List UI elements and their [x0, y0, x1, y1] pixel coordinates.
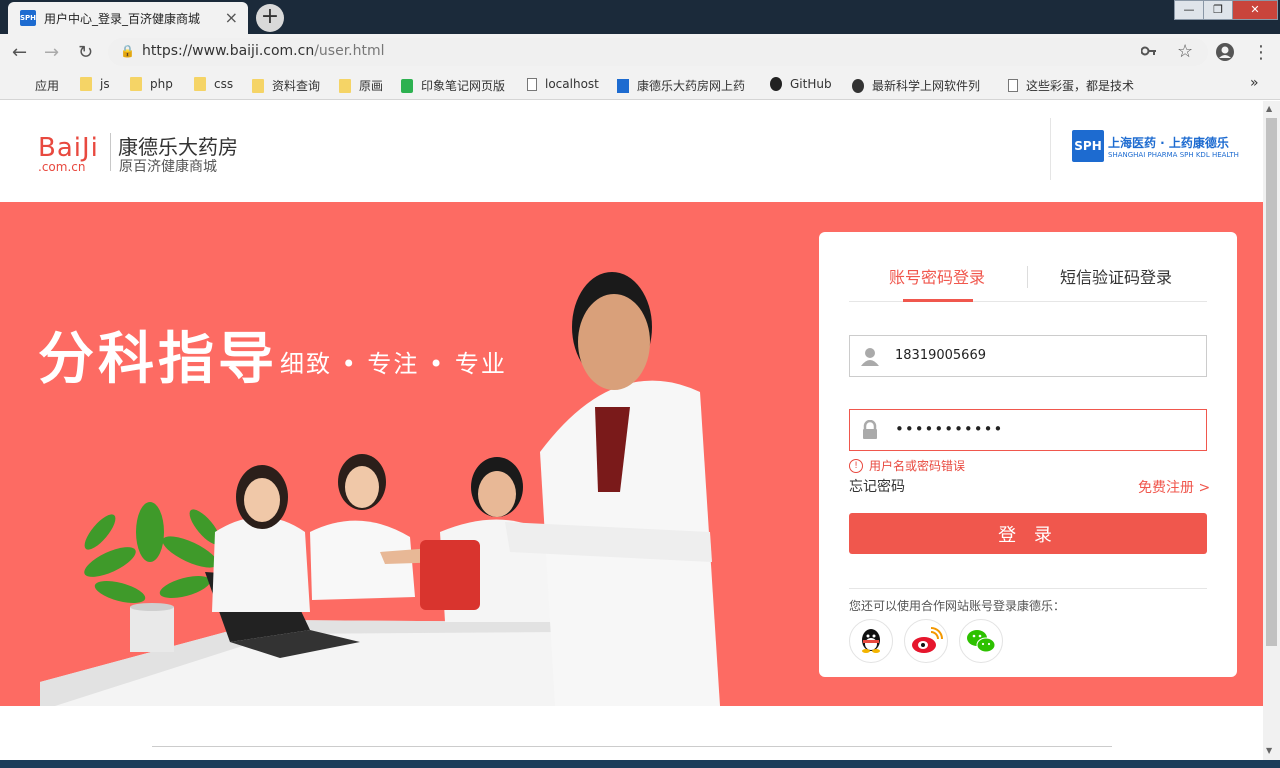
password-input[interactable]: ••••••••••• [849, 409, 1207, 451]
bookmark-css[interactable]: css [194, 77, 233, 91]
doctor-woman-2 [310, 454, 415, 600]
username-value: 18319005669 [895, 348, 986, 363]
folder-icon [339, 78, 351, 93]
weibo-icon [912, 627, 943, 653]
bookmarks-bar: 应用 js php css 资料查询 原画 印象笔记网页版 localhost … [0, 70, 1280, 100]
lock-icon: 🔒 [120, 44, 135, 58]
browser-tab[interactable]: SPH 用户中心_登录_百济健康商城 × [8, 2, 248, 34]
header-divider [1050, 118, 1051, 180]
new-tab-button[interactable]: + [256, 4, 284, 32]
logo-domain: .com.cn [38, 160, 86, 174]
logo-divider [110, 133, 111, 171]
bookmark-star-icon[interactable]: ☆ [1177, 41, 1193, 62]
tab-close-icon[interactable]: × [225, 8, 238, 27]
tab-separator [1027, 266, 1028, 288]
folder-icon [80, 77, 92, 91]
login-button[interactable]: 登 录 [849, 513, 1207, 554]
address-bar[interactable]: 🔒 https://www.baiji.com.cn/user.html [108, 38, 1208, 66]
hero-subtitle: 细致 • 专注 • 专业 [280, 350, 507, 378]
bookmark-caidan[interactable]: 这些彩蛋，都是技术 [1008, 77, 1134, 94]
password-value: ••••••••••• [895, 420, 1004, 438]
key-icon[interactable] [1141, 45, 1157, 57]
back-button[interactable]: ← [12, 42, 27, 63]
hero-title: 分科指导 [38, 327, 278, 392]
login-error: ! 用户名或密码错误 [849, 457, 965, 474]
sph-logo-icon: SPH [1072, 130, 1104, 162]
partner-logo-cn: 上海医药 · 上药康德乐 [1108, 135, 1229, 150]
url-text: https://www.baiji.com.cn/user.html [142, 43, 385, 59]
bookmarks-overflow-icon[interactable]: » [1250, 75, 1259, 91]
kx-icon [852, 78, 864, 93]
tab-title: 用户中心_登录_百济健康商城 [44, 12, 201, 26]
plant-icon [84, 502, 221, 652]
doctor-woman-1 [212, 465, 310, 612]
wechat-login-button[interactable] [959, 619, 1003, 663]
bookmark-js[interactable]: js [80, 77, 110, 91]
site-logo[interactable]: BaiJi [38, 133, 99, 163]
evernote-icon [401, 78, 413, 93]
qq-icon [862, 629, 880, 653]
username-input[interactable]: 18319005669 [849, 335, 1207, 377]
window-close-button[interactable]: ✕ [1232, 0, 1278, 20]
brand-subtitle: 原百济健康商城 [119, 159, 217, 175]
minimize-button[interactable]: — [1174, 0, 1204, 20]
reload-button[interactable]: ↻ [78, 42, 93, 63]
folder-icon [130, 77, 142, 91]
error-icon: ! [849, 458, 863, 473]
forgot-password-link[interactable]: 忘记密码 [849, 476, 905, 496]
footer-divider [152, 746, 1112, 747]
bookmark-evernote[interactable]: 印象笔记网页版 [401, 77, 505, 94]
folder-icon [194, 77, 206, 91]
os-taskbar [0, 760, 1280, 768]
bookmark-github[interactable]: GitHub [770, 77, 832, 91]
profile-icon[interactable] [1215, 42, 1235, 62]
social-login-text: 您还可以使用合作网站账号登录康德乐： [849, 599, 1066, 613]
scrollbar-thumb[interactable] [1266, 118, 1277, 646]
partner-logo-en: SHANGHAI PHARMA SPH KDL HEALTH [1108, 150, 1239, 159]
partner-logo: SPH 上海医药 · 上药康德乐 SHANGHAI PHARMA SPH KDL… [1072, 130, 1239, 162]
social-divider [849, 588, 1207, 589]
bookmark-php[interactable]: php [130, 77, 173, 91]
bookmark-kexue[interactable]: 最新科学上网软件列 [852, 77, 980, 94]
menu-more-icon[interactable]: ⋮ [1252, 42, 1270, 63]
tab-active-indicator [903, 299, 973, 302]
weibo-login-button[interactable] [904, 619, 948, 663]
tab-sms-login[interactable]: 短信验证码登录 [1060, 264, 1172, 288]
folder-icon [252, 78, 264, 93]
apps-icon [14, 79, 27, 92]
register-link[interactable]: 免费注册 > [1138, 477, 1210, 497]
login-error-text: 用户名或密码错误 [869, 459, 966, 473]
user-icon [861, 348, 879, 366]
site-favicon-icon: SPH [20, 10, 36, 26]
bookmark-kdl[interactable]: 康德乐大药房网上药 [617, 77, 745, 94]
bookmark-ziliao[interactable]: 资料查询 [252, 77, 320, 94]
lock-icon [863, 420, 877, 439]
forward-button[interactable]: → [44, 42, 59, 63]
scroll-down-icon[interactable]: ▼ [1266, 746, 1272, 755]
page-icon [1008, 79, 1018, 92]
sph-icon [617, 78, 629, 93]
page-icon [527, 77, 537, 91]
qq-login-button[interactable] [849, 619, 893, 663]
github-icon [770, 77, 782, 91]
bookmark-apps[interactable]: 应用 [14, 77, 59, 94]
scroll-up-icon[interactable]: ▲ [1266, 104, 1272, 113]
wechat-icon [967, 630, 996, 653]
bookmark-yuanhua[interactable]: 原画 [339, 77, 383, 94]
tab-account-login[interactable]: 账号密码登录 [889, 264, 985, 288]
maximize-button[interactable]: ❐ [1203, 0, 1233, 20]
bookmark-localhost[interactable]: localhost [527, 77, 599, 91]
